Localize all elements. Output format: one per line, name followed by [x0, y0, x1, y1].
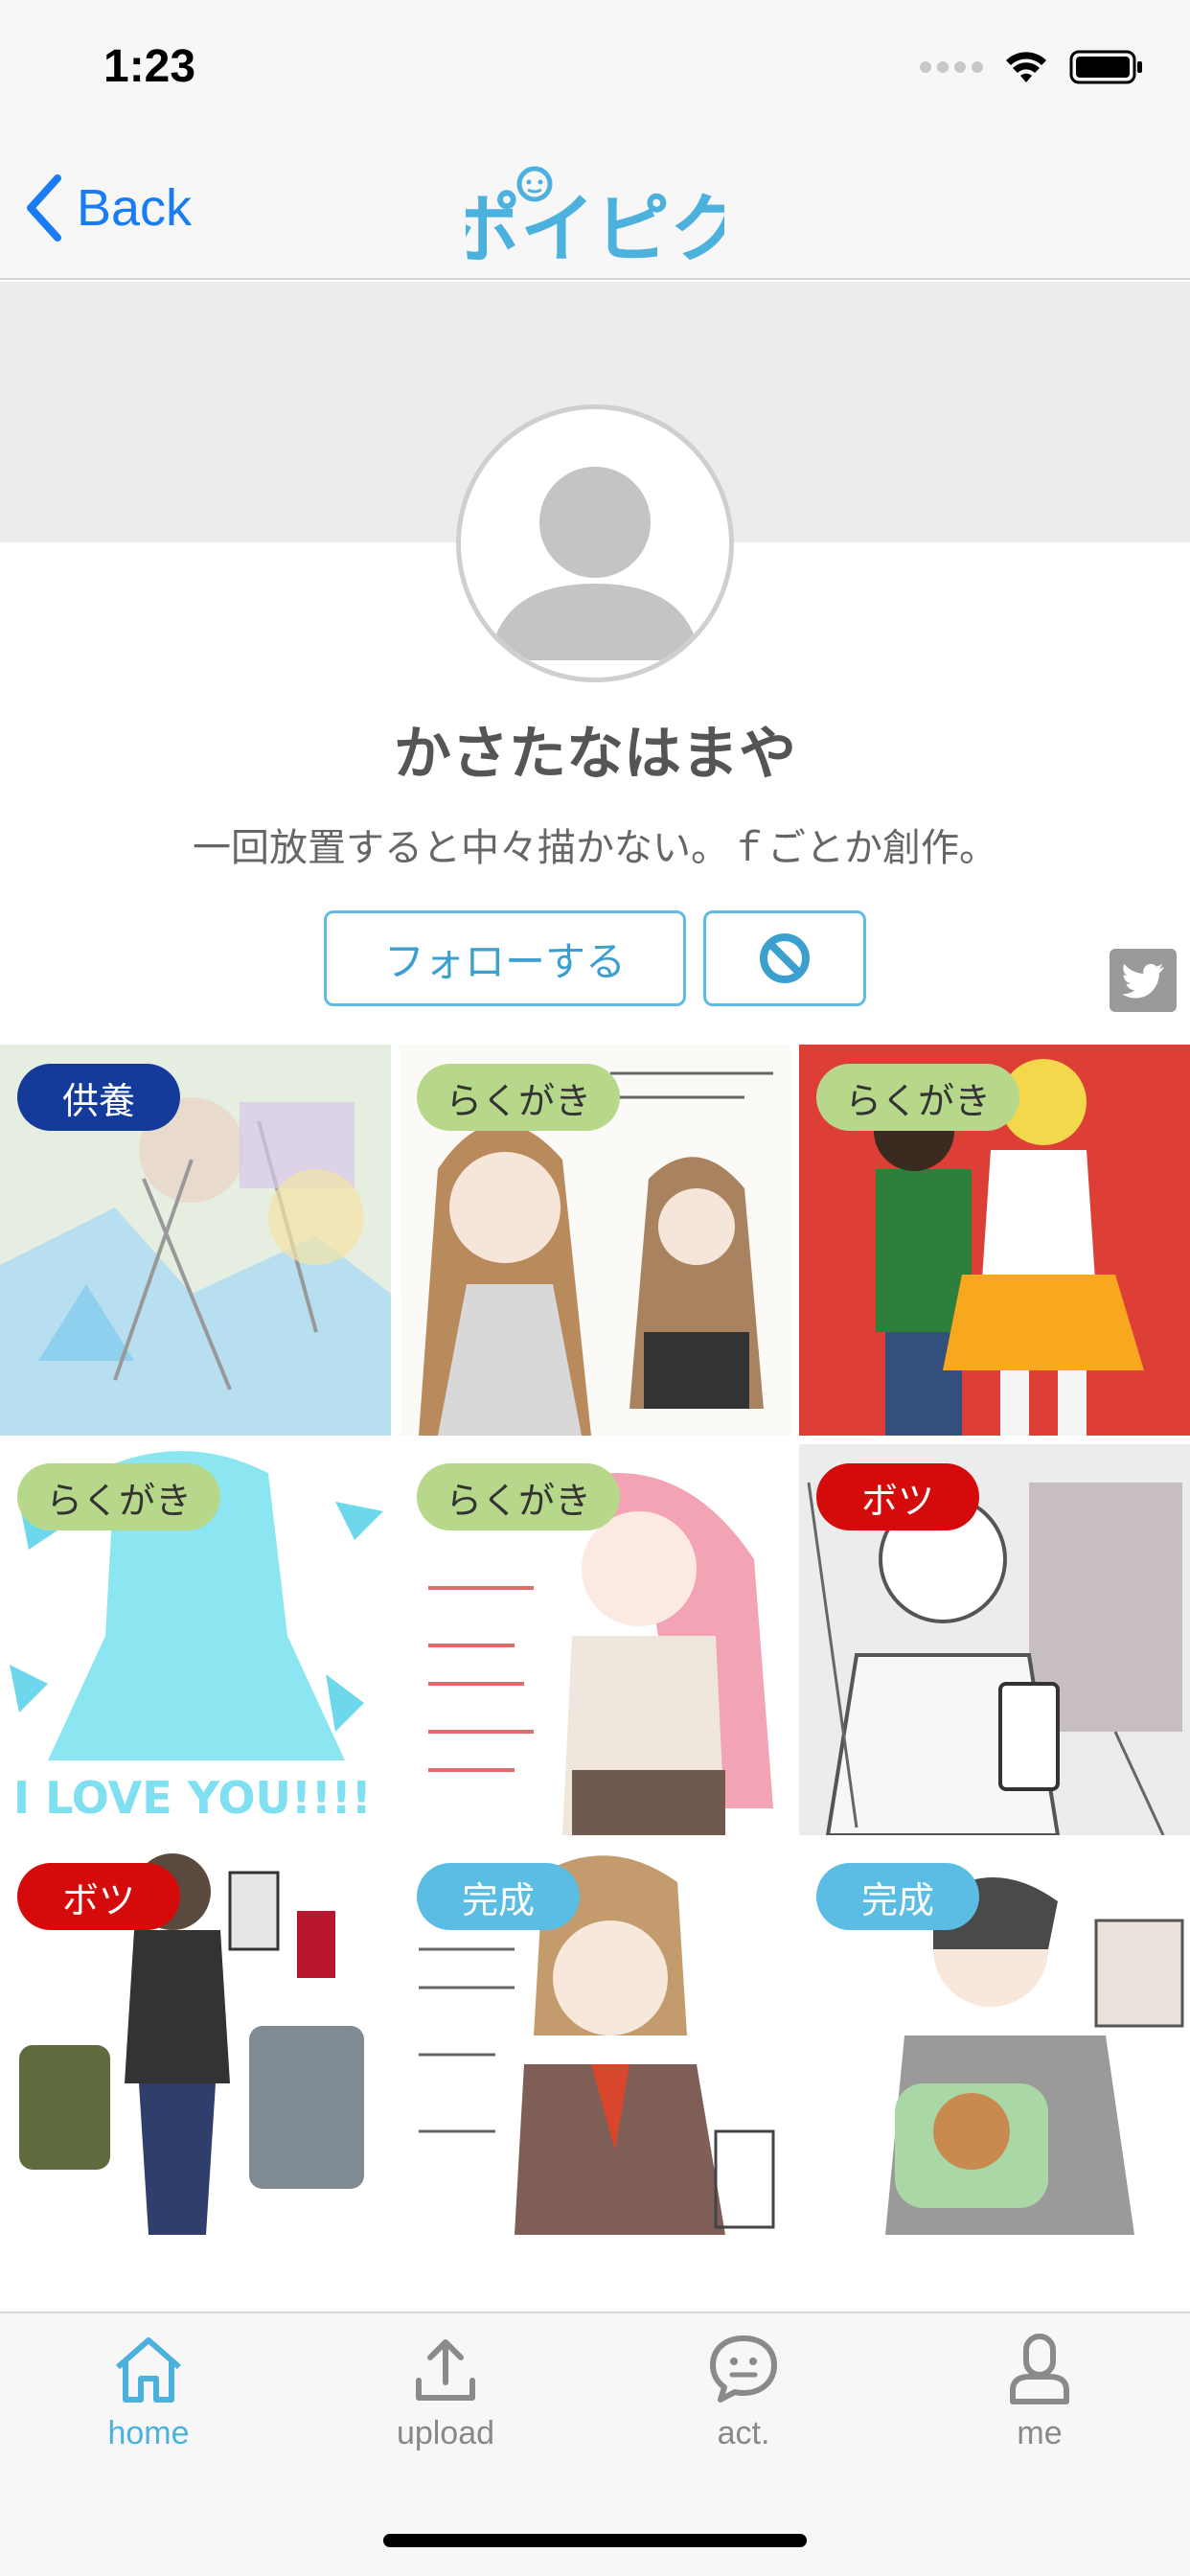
- back-button[interactable]: Back: [25, 174, 192, 242]
- profile-bio: 一回放置すると中々描かない。ｆごとか創作。: [193, 826, 997, 870]
- twitter-icon: [1122, 963, 1164, 999]
- post-thumbnail[interactable]: 供養: [0, 1045, 391, 1436]
- signal-icon: [920, 61, 983, 73]
- post-tag: 完成: [417, 1863, 580, 1930]
- tab-activity[interactable]: act.: [648, 2333, 839, 2486]
- post-tag: らくがき: [417, 1064, 621, 1131]
- post-thumbnail[interactable]: ボツ: [799, 1444, 1190, 1835]
- tab-upload[interactable]: upload: [350, 2333, 541, 2486]
- post-thumbnail[interactable]: らくがき: [400, 1045, 790, 1436]
- post-thumbnail[interactable]: I LOVE YOU!!!! らくがき: [0, 1444, 391, 1835]
- status-icons: [920, 50, 1144, 84]
- post-tag: 供養: [17, 1064, 180, 1131]
- block-icon: [760, 933, 810, 983]
- home-indicator[interactable]: [383, 2534, 807, 2547]
- avatar: [456, 404, 734, 682]
- post-thumbnail[interactable]: 完成: [400, 1844, 790, 2235]
- person-icon: [1010, 2334, 1069, 2404]
- chevron-left-icon: [27, 174, 61, 242]
- tab-label: upload: [396, 2415, 495, 2451]
- tab-home[interactable]: home: [53, 2333, 244, 2486]
- back-label: Back: [77, 179, 193, 237]
- svg-text:ポイピク: ポイピク: [466, 187, 724, 266]
- post-tag: 完成: [816, 1863, 979, 1930]
- status-bar: 1:23: [0, 0, 1190, 144]
- post-thumbnail[interactable]: らくがき: [400, 1444, 790, 1835]
- activity-icon: [710, 2335, 777, 2403]
- post-thumbnail[interactable]: 完成: [799, 1844, 1190, 2235]
- post-tag: らくがき: [17, 1463, 221, 1530]
- status-time: 1:23: [103, 41, 196, 92]
- navigation-bar: Back ポイピク: [0, 144, 1190, 280]
- upload-icon: [416, 2339, 475, 2401]
- tab-label: me: [1017, 2415, 1063, 2451]
- follow-button[interactable]: フォローする: [324, 910, 686, 1006]
- wifi-icon: [1006, 52, 1046, 82]
- tab-me[interactable]: me: [944, 2333, 1135, 2486]
- post-tag: ボツ: [17, 1863, 180, 1930]
- twitter-share-button[interactable]: [1110, 949, 1177, 1012]
- post-thumbnail[interactable]: ボツ: [0, 1844, 391, 2235]
- tab-label: act.: [717, 2415, 770, 2451]
- svg-text:I LOVE YOU!!!!: I LOVE YOU!!!!: [13, 1772, 372, 1824]
- default-avatar-icon: [490, 467, 700, 660]
- post-tag: らくがき: [816, 1064, 1020, 1131]
- post-tag: ボツ: [816, 1463, 979, 1530]
- post-thumbnail[interactable]: らくがき: [799, 1045, 1190, 1436]
- post-tag: らくがき: [417, 1463, 621, 1530]
- tab-label: home: [107, 2415, 190, 2451]
- block-button[interactable]: [703, 910, 866, 1006]
- battery-icon: [1069, 50, 1142, 84]
- profile-name: かさたなはまや: [394, 721, 796, 788]
- app-logo: ポイピク: [466, 166, 724, 266]
- home-icon: [116, 2337, 181, 2403]
